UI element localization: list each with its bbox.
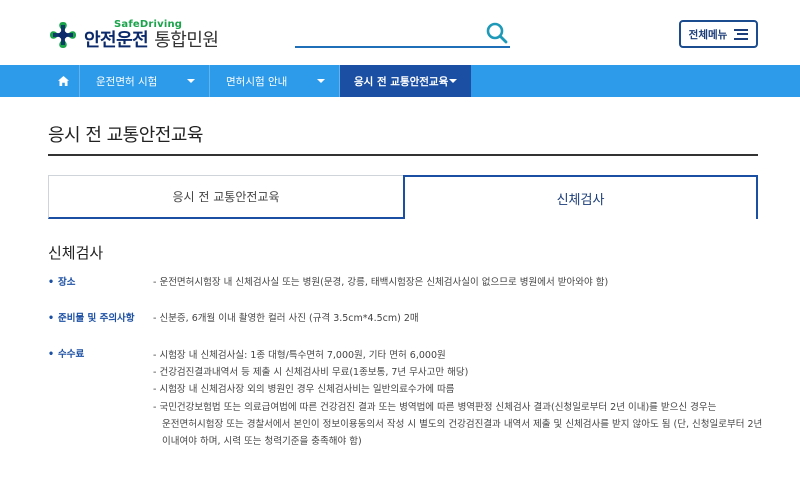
title-divider xyxy=(48,154,758,156)
search-icon[interactable] xyxy=(486,22,508,44)
site-logo[interactable]: SafeDriving 안전운전 통합민원 xyxy=(48,18,219,52)
info-body: - 신분증, 6개월 이내 촬영한 컬러 사진 (규격 3.5cm*4.5cm)… xyxy=(153,311,758,327)
info-label: 장소 xyxy=(48,275,75,291)
tab-physical-exam[interactable]: 신체검사 xyxy=(403,175,758,219)
logo-cross-icon xyxy=(48,20,78,50)
nav-item-label: 면허시험 안내 xyxy=(226,75,288,88)
site-header: SafeDriving 안전운전 통합민원 전체메뉴 xyxy=(0,0,800,65)
nav-item-safety-education[interactable]: 응시 전 교통안전교육 xyxy=(340,65,471,97)
info-line: - 시험장 내 신체검사실: 1종 대형/특수면허 7,000원, 기타 면허 … xyxy=(153,350,446,361)
tab-safety-education[interactable]: 응시 전 교통안전교육 xyxy=(48,175,404,219)
info-body: - 운전면허시험장 내 신체검사실 또는 병원(문경, 강릉, 태백시험장은 신… xyxy=(153,275,758,291)
home-icon xyxy=(58,76,69,86)
full-menu-label: 전체메뉴 xyxy=(688,28,728,41)
logo-tagline: SafeDriving xyxy=(114,19,183,30)
info-line: 이내여야 하며, 시력 또는 청력기준을 충족해야 함) xyxy=(162,436,362,448)
page-title: 응시 전 교통안전교육 xyxy=(48,125,203,146)
nav-item-label: 운전면허 시험 xyxy=(96,75,158,88)
hamburger-icon xyxy=(734,28,749,40)
main-nav: 운전면허 시험 면허시험 안내 응시 전 교통안전교육 xyxy=(0,65,800,97)
info-label: 수수료 xyxy=(48,347,84,363)
nav-item-label: 응시 전 교통안전교육 xyxy=(354,75,449,88)
nav-home[interactable] xyxy=(48,65,80,97)
info-body: - 시험장 내 신체검사실: 1종 대형/특수면허 7,000원, 기타 면허 … xyxy=(153,347,763,450)
nav-item-test-guide[interactable]: 면허시험 안내 xyxy=(210,65,340,97)
info-label: 준비물 및 주의사항 xyxy=(48,311,135,327)
nav-item-license-test[interactable]: 운전면허 시험 xyxy=(80,65,210,97)
info-line: - 국민건강보험법 또는 의료급여법에 따른 건강검진 결과 또는 병역법에 따… xyxy=(153,401,717,413)
section-title: 신체검사 xyxy=(48,244,104,262)
info-line: - 운전면허시험장 내 신체검사실 또는 병원(문경, 강릉, 태백시험장은 신… xyxy=(153,277,609,288)
caret-down-icon xyxy=(187,79,195,83)
info-line: - 신분증, 6개월 이내 촬영한 컬러 사진 (규격 3.5cm*4.5cm)… xyxy=(153,313,419,324)
info-line: - 시험장 내 신체검사장 외의 병원인 경우 신체검사비는 일반의료수가에 따… xyxy=(153,384,455,396)
info-line: 운전면허시험장 또는 경찰서에서 본인이 정보이용동의서 작성 시 별도의 건강… xyxy=(162,418,763,430)
logo-subtitle: 통합민원 xyxy=(154,30,219,51)
caret-down-icon xyxy=(449,79,457,83)
full-menu-button[interactable]: 전체메뉴 xyxy=(679,20,758,48)
caret-down-icon xyxy=(317,79,325,83)
logo-brand: 안전운전 xyxy=(84,30,149,51)
search-input[interactable] xyxy=(295,22,510,48)
info-line: - 건강검진결과내역서 등 제출 시 신체검사비 무료(1종보통, 7년 무사고… xyxy=(153,367,469,379)
